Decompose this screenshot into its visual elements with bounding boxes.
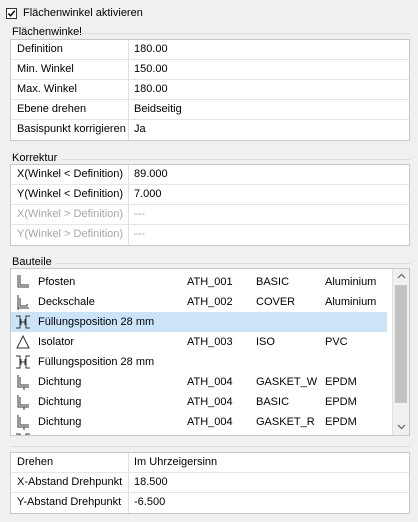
item-material: PVC bbox=[325, 336, 348, 348]
infill-position-icon bbox=[16, 355, 30, 369]
vertical-scrollbar[interactable] bbox=[392, 269, 409, 435]
item-type: GASKET_W bbox=[256, 376, 318, 388]
property-key: Definition bbox=[17, 43, 63, 55]
korrektur-property-grid: X(Winkel < Definition) 89.000 Y(Winkel <… bbox=[10, 164, 410, 246]
property-value[interactable]: Im Uhrzeigersinn bbox=[134, 456, 217, 468]
property-row[interactable]: X-Abstand Drehpunkt 18.500 bbox=[11, 473, 409, 493]
scrollbar-thumb[interactable] bbox=[395, 285, 407, 403]
list-item[interactable]: Pfosten ATH_001 BASIC Aluminium bbox=[11, 272, 387, 292]
group-divider bbox=[80, 33, 410, 34]
item-name: Pfosten bbox=[38, 276, 76, 288]
group-title-korrektur: Korrektur bbox=[12, 152, 58, 164]
property-row[interactable]: Definition 180.00 bbox=[11, 40, 409, 60]
group-divider bbox=[56, 263, 410, 264]
scroll-up-icon[interactable] bbox=[397, 273, 406, 279]
list-item[interactable]: Füllungsposition 28 mm bbox=[11, 352, 387, 372]
property-key: Y(Winkel < Definition) bbox=[17, 188, 124, 200]
item-type: GASKET_R bbox=[256, 416, 315, 428]
list-item[interactable]: Isolator ATH_003 ISO PVC bbox=[11, 332, 387, 352]
scroll-down-icon[interactable] bbox=[397, 424, 406, 430]
list-item[interactable]: Dichtung ATH_004 BASIC EPDM bbox=[11, 392, 387, 412]
property-row[interactable]: Drehen Im Uhrzeigersinn bbox=[11, 453, 409, 473]
property-row[interactable]: X(Winkel < Definition) 89.000 bbox=[11, 165, 409, 185]
activate-checkbox[interactable] bbox=[6, 7, 17, 19]
property-key: Drehen bbox=[17, 456, 54, 468]
property-key: Max. Winkel bbox=[17, 83, 77, 95]
item-material: EPDM bbox=[325, 416, 357, 428]
checkmark-icon bbox=[7, 9, 16, 17]
item-type: BASIC bbox=[256, 396, 290, 408]
property-value[interactable]: 7.000 bbox=[134, 188, 162, 200]
gasket-profile-icon bbox=[17, 395, 29, 410]
item-name: Füllungsposition 28 mm bbox=[38, 356, 155, 368]
property-value[interactable]: Beidseitig bbox=[134, 103, 182, 115]
property-key: X(Winkel < Definition) bbox=[17, 168, 124, 180]
bauteile-list[interactable]: Pfosten ATH_001 BASIC Aluminium Deckscha… bbox=[10, 268, 410, 436]
item-name: Füllungsposition 28 mm bbox=[38, 316, 155, 328]
activate-label: Flächenwinkel aktivieren bbox=[23, 7, 143, 19]
group-title-flaechenwinkel: Flächenwinkel bbox=[12, 26, 82, 38]
infill-position-icon bbox=[16, 315, 30, 329]
property-row[interactable]: Max. Winkel 180.00 bbox=[11, 80, 409, 100]
item-material: EPDM bbox=[325, 396, 357, 408]
property-value[interactable]: 18.500 bbox=[134, 476, 168, 488]
item-code: ATH_004 bbox=[187, 416, 233, 428]
item-material: Aluminium bbox=[325, 296, 377, 308]
property-row[interactable]: Y(Winkel < Definition) 7.000 bbox=[11, 185, 409, 205]
property-value[interactable]: -6.500 bbox=[134, 496, 165, 508]
item-code: ATH_004 bbox=[187, 396, 233, 408]
property-row[interactable]: Min. Winkel 150.00 bbox=[11, 60, 409, 80]
item-code: ATH_003 bbox=[187, 336, 233, 348]
group-divider bbox=[62, 159, 410, 160]
property-key: X(Winkel > Definition) bbox=[17, 208, 124, 220]
item-type: COVER bbox=[256, 296, 296, 308]
list-item[interactable]: Dichtung ATH_004 GASKET_W EPDM bbox=[11, 372, 387, 392]
activate-checkbox-row[interactable]: Flächenwinkel aktivieren bbox=[6, 5, 143, 21]
infill-position-icon bbox=[16, 433, 30, 435]
list-item[interactable]: Deckschale ATH_002 COVER Aluminium bbox=[11, 292, 387, 312]
property-row[interactable]: Y-Abstand Drehpunkt -6.500 bbox=[11, 493, 409, 513]
property-value[interactable]: 89.000 bbox=[134, 168, 168, 180]
isolator-triangle-icon bbox=[16, 334, 30, 349]
item-code: ATH_002 bbox=[187, 296, 233, 308]
property-key: Ebene drehen bbox=[17, 103, 87, 115]
group-title-bauteile: Bauteile bbox=[12, 256, 52, 268]
drehen-property-grid: Drehen Im Uhrzeigersinn X-Abstand Drehpu… bbox=[10, 452, 410, 514]
post-profile-icon bbox=[17, 275, 29, 288]
item-name: Deckschale bbox=[38, 296, 95, 308]
item-material: EPDM bbox=[325, 376, 357, 388]
property-key: X-Abstand Drehpunkt bbox=[17, 476, 123, 488]
list-item-selected[interactable]: Füllungsposition 28 mm bbox=[11, 312, 387, 332]
item-code: ATH_001 bbox=[187, 276, 233, 288]
list-item[interactable]: Dichtung ATH_004 GASKET_R EPDM bbox=[11, 412, 387, 432]
property-key: Min. Winkel bbox=[17, 63, 74, 75]
property-row-disabled: Y(Winkel > Definition) --- bbox=[11, 225, 409, 245]
item-material: Aluminium bbox=[325, 276, 377, 288]
item-name: Dichtung bbox=[38, 396, 82, 408]
property-value: --- bbox=[134, 208, 145, 220]
property-row-disabled: X(Winkel > Definition) --- bbox=[11, 205, 409, 225]
property-value[interactable]: Ja bbox=[134, 123, 146, 135]
item-name: Dichtung bbox=[38, 376, 82, 388]
property-value: --- bbox=[134, 228, 145, 240]
flaechenwinkel-property-grid: Definition 180.00 Min. Winkel 150.00 Max… bbox=[10, 39, 410, 141]
shell-profile-icon bbox=[17, 295, 29, 310]
property-key: Y(Winkel > Definition) bbox=[17, 228, 124, 240]
item-name: Isolator bbox=[38, 336, 75, 348]
property-value[interactable]: 150.00 bbox=[134, 63, 168, 75]
property-value[interactable]: 180.00 bbox=[134, 83, 168, 95]
property-key: Y-Abstand Drehpunkt bbox=[17, 496, 122, 508]
gasket-profile-icon bbox=[17, 415, 29, 430]
item-name: Dichtung bbox=[38, 416, 82, 428]
property-value[interactable]: 180.00 bbox=[134, 43, 168, 55]
property-row[interactable]: Basispunkt korrigieren Ja bbox=[11, 120, 409, 140]
gasket-profile-icon bbox=[17, 375, 29, 390]
item-code: ATH_004 bbox=[187, 376, 233, 388]
property-row[interactable]: Ebene drehen Beidseitig bbox=[11, 100, 409, 120]
item-type: ISO bbox=[256, 336, 275, 348]
group-divider bbox=[10, 446, 410, 447]
property-key: Basispunkt korrigieren bbox=[17, 123, 126, 135]
item-type: BASIC bbox=[256, 276, 290, 288]
